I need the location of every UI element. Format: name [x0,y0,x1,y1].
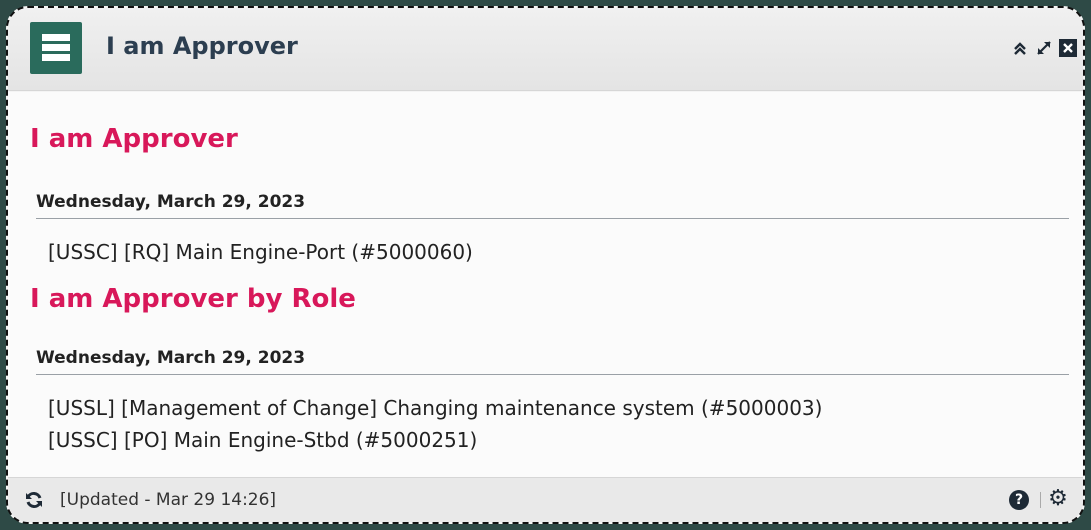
double-chevron-up-icon[interactable] [1011,39,1029,57]
approver-widget: I am Approver I am Approver Wednesday, M… [6,6,1085,524]
divider [36,218,1069,219]
widget-footer: [Updated - Mar 29 14:26] ? ⚙ [8,477,1083,522]
list-item[interactable]: [USSL] [Management of Change] Changing m… [48,396,822,420]
divider [1040,492,1041,508]
widget-content: I am Approver Wednesday, March 29, 2023 … [8,92,1083,486]
close-icon[interactable] [1059,39,1077,57]
section-date: Wednesday, March 29, 2023 [36,192,306,212]
widget-header: I am Approver [8,8,1083,91]
section-date: Wednesday, March 29, 2023 [36,348,306,368]
help-icon[interactable]: ? [1009,490,1029,510]
divider [36,374,1069,375]
refresh-icon[interactable] [24,490,44,510]
list-icon [30,22,82,74]
widget-title: I am Approver [106,32,298,60]
list-item[interactable]: [USSC] [RQ] Main Engine-Port (#5000060) [48,240,473,264]
section-title-approver-by-role: I am Approver by Role [30,284,356,314]
window-controls [1011,38,1077,58]
gear-icon[interactable]: ⚙ [1047,488,1069,510]
updated-timestamp: [Updated - Mar 29 14:26] [60,490,277,510]
section-title-approver: I am Approver [30,124,238,154]
list-item[interactable]: [USSC] [PO] Main Engine-Stbd (#5000251) [48,428,477,452]
expand-icon[interactable] [1035,39,1053,57]
